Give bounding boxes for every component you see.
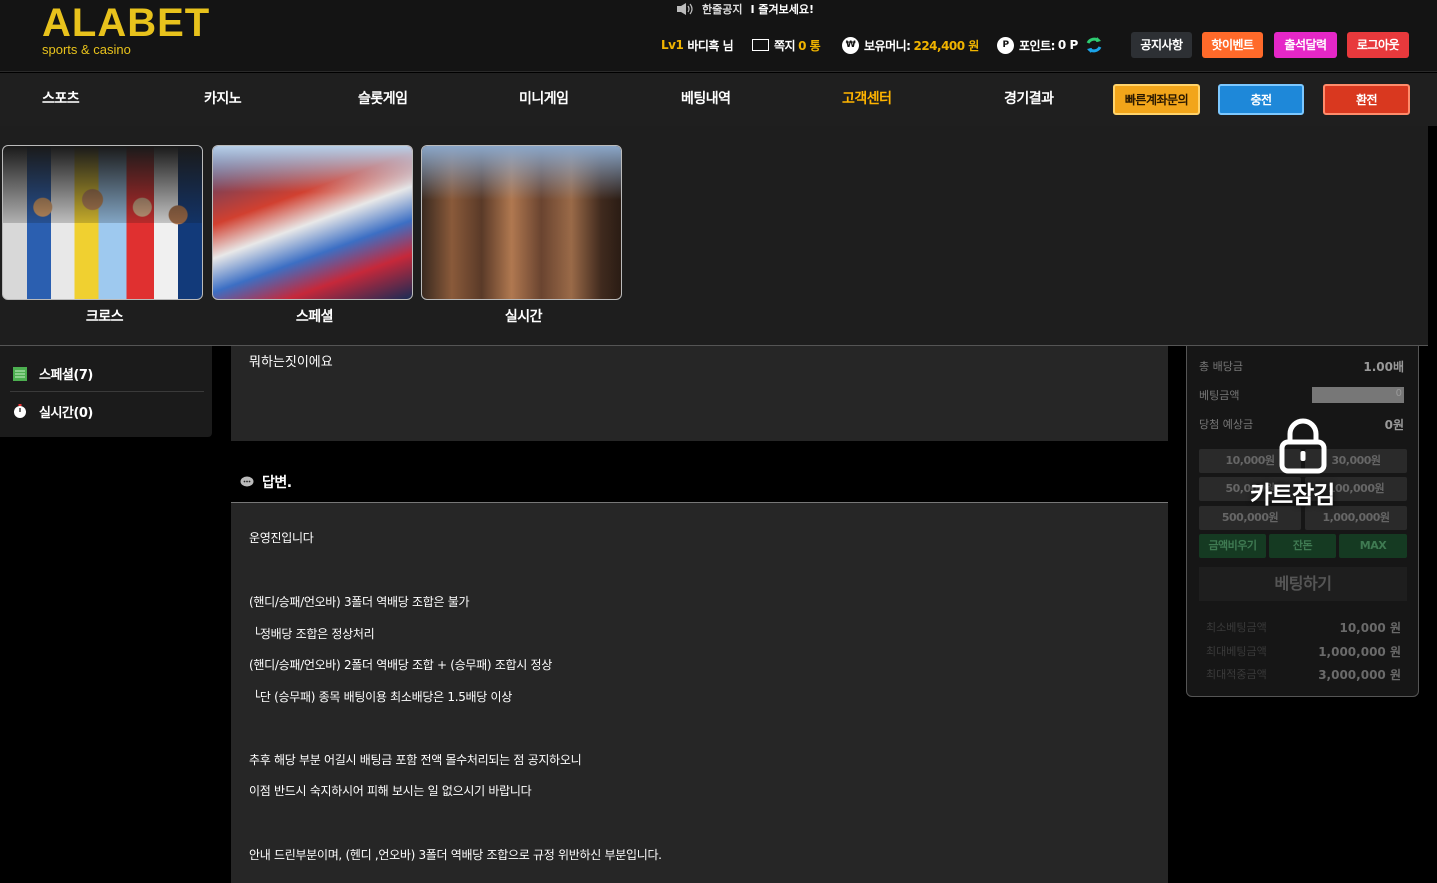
nav-results[interactable]: 경기결과 [1004,73,1054,126]
total-odds-label: 총 배당금 [1199,360,1243,373]
attendance-button[interactable]: 출석달력 [1274,32,1337,58]
min-bet-row: 최소베팅금액 10,000 원 [1206,619,1401,636]
bet-amount-label: 베팅금액 [1199,389,1240,402]
cross-label[interactable]: 크로스 [4,306,205,326]
point-value: 0 P [1057,38,1078,52]
expected-win-label: 당첨 예상금 [1199,418,1254,431]
sidebar-item-live[interactable]: 실시간(0) [10,393,204,429]
fast-account-button[interactable]: 빠른계좌문의 [1113,84,1200,115]
max-win-value: 3,000,000 원 [1318,668,1401,682]
stopwatch-icon [14,404,26,418]
point-label: 포인트: [1019,38,1055,53]
max-bet-value: 1,000,000 원 [1318,645,1401,659]
clear-amount-button[interactable]: 금액비우기 [1199,534,1266,558]
answer-header: 답변. [231,462,1168,503]
max-win-label: 최대적중금액 [1206,668,1267,681]
message-link[interactable]: 쪽지 0 통 [752,35,821,55]
bet-amount-value: 0 [1395,388,1402,399]
exchange-button[interactable]: 환전 [1323,84,1410,115]
sidebar-special-label: 스페셜(7) [39,368,93,383]
speaker-icon [677,3,693,15]
hot-event-button[interactable]: 핫이벤트 [1202,32,1263,58]
answer-line: 추후 해당 부분 어길시 배팅금 포함 전액 몰수처리되는 점 공지하오니 [249,753,582,767]
special-icon [13,366,27,381]
change-button[interactable]: 잔돈 [1269,534,1336,558]
answer-line: └정배당 조합은 정상처리 [253,627,375,641]
max-bet-row: 최대베팅금액 1,000,000 원 [1206,643,1401,660]
level-badge: Lv1 [661,38,684,52]
nav-sports[interactable]: 스포츠 [42,73,80,126]
notice-label: 한줄공지 [702,3,743,16]
question-box: 뭐하는짓이에요 [231,346,1168,441]
max-button[interactable]: MAX [1339,534,1407,558]
answer-line: (핸디/승패/언오바) 2폴더 역배당 조합 + (승무패) 조합시 정상 [249,658,552,672]
live-label[interactable]: 실시간 [423,306,624,326]
answer-line: (핸디/승패/언오바) 3폴더 역배당 조합은 불가 [249,595,470,609]
main-nav: 스포츠 카지노 슬롯게임 미니게임 베팅내역 고객센터 경기결과 빠른계좌문의 … [0,73,1437,126]
points: P 포인트: 0 P [997,35,1104,55]
notice-button[interactable]: 공지사항 [1131,32,1192,58]
cross-image[interactable] [2,145,203,300]
nav-bet-history[interactable]: 베팅내역 [681,73,731,126]
message-count: 0 통 [798,38,821,53]
envelope-icon [752,39,769,51]
special-label[interactable]: 스페셜 [214,306,415,326]
question-text: 뭐하는짓이에요 [249,355,333,370]
logo[interactable]: ALABET sports & casino [42,2,210,57]
message-label: 쪽지 [774,38,796,53]
lock-icon [1279,418,1327,474]
min-bet-label: 최소베팅금액 [1206,621,1267,634]
special-image[interactable] [212,145,413,300]
logo-text: ALABET [42,1,211,45]
nav-casino[interactable]: 카지노 [204,73,242,126]
total-odds-value: 1.00배 [1363,359,1404,374]
point-icon: P [997,36,1014,54]
nav-customer-center[interactable]: 고객센터 [842,73,892,126]
money-value: 224,400 원 [913,38,979,53]
answer-line: └단 (승무패) 종목 배팅이용 최소배당은 1.5배당 이상 [253,690,513,704]
bet-amount-row: 베팅금액 0 [1199,383,1404,407]
sidebar-live-label: 실시간(0) [39,405,93,421]
sports-dropdown: 크로스 스페셜 실시간 [0,126,1428,346]
nav-minigame[interactable]: 미니게임 [519,73,569,126]
user-name: 바디흑 님 [687,38,734,53]
place-bet-button[interactable]: 베팅하기 [1199,567,1407,601]
user-level: Lv1 바디흑 님 [661,35,734,55]
nav-slot[interactable]: 슬롯게임 [358,73,408,126]
sidebar-item-special[interactable]: 스페셜(7) [10,356,204,392]
answer-line: 운영진입니다 [249,531,314,545]
live-image[interactable] [421,145,622,300]
balance: ₩ 보유머니: 224,400 원 [842,35,979,55]
chat-bubble-icon [240,476,254,487]
max-bet-label: 최대베팅금액 [1206,645,1267,658]
top-header: ALABET sports & casino 한줄공지 I 즐겨보세요! Lv1… [0,0,1437,72]
bet-amount-input[interactable]: 0 [1312,387,1404,403]
left-sidebar: 스페셜(7) 실시간(0) [0,346,212,437]
total-odds-row: 총 배당금 1.00배 [1199,354,1404,378]
answer-box: 운영진입니다 (핸디/승패/언오바) 3폴더 역배당 조합은 불가 └정배당 조… [231,503,1168,883]
won-icon: ₩ [842,36,859,54]
logout-button[interactable]: 로그아웃 [1347,32,1409,58]
answer-line: 이점 반드시 숙지하시어 피해 보시는 일 없으시기 바랍니다 [249,784,532,798]
answer-title: 답변. [262,475,292,491]
answer-line: 안내 드린부분이며, (헨디 ,언오바) 3폴더 역배당 조합으로 규정 위반하… [249,848,662,862]
notice-bar: 한줄공지 I 즐겨보세요! [676,1,814,17]
refresh-icon[interactable] [1084,35,1104,55]
min-bet-value: 10,000 원 [1339,621,1401,635]
money-label: 보유머니: [864,38,911,53]
cart-locked-text: 카트잠김 [1250,481,1335,509]
notice-ticker: I 즐겨보세요! [750,3,815,16]
expected-win-value: 0원 [1384,417,1404,432]
max-win-row: 최대적중금액 3,000,000 원 [1206,666,1401,683]
charge-button[interactable]: 충전 [1218,84,1304,115]
